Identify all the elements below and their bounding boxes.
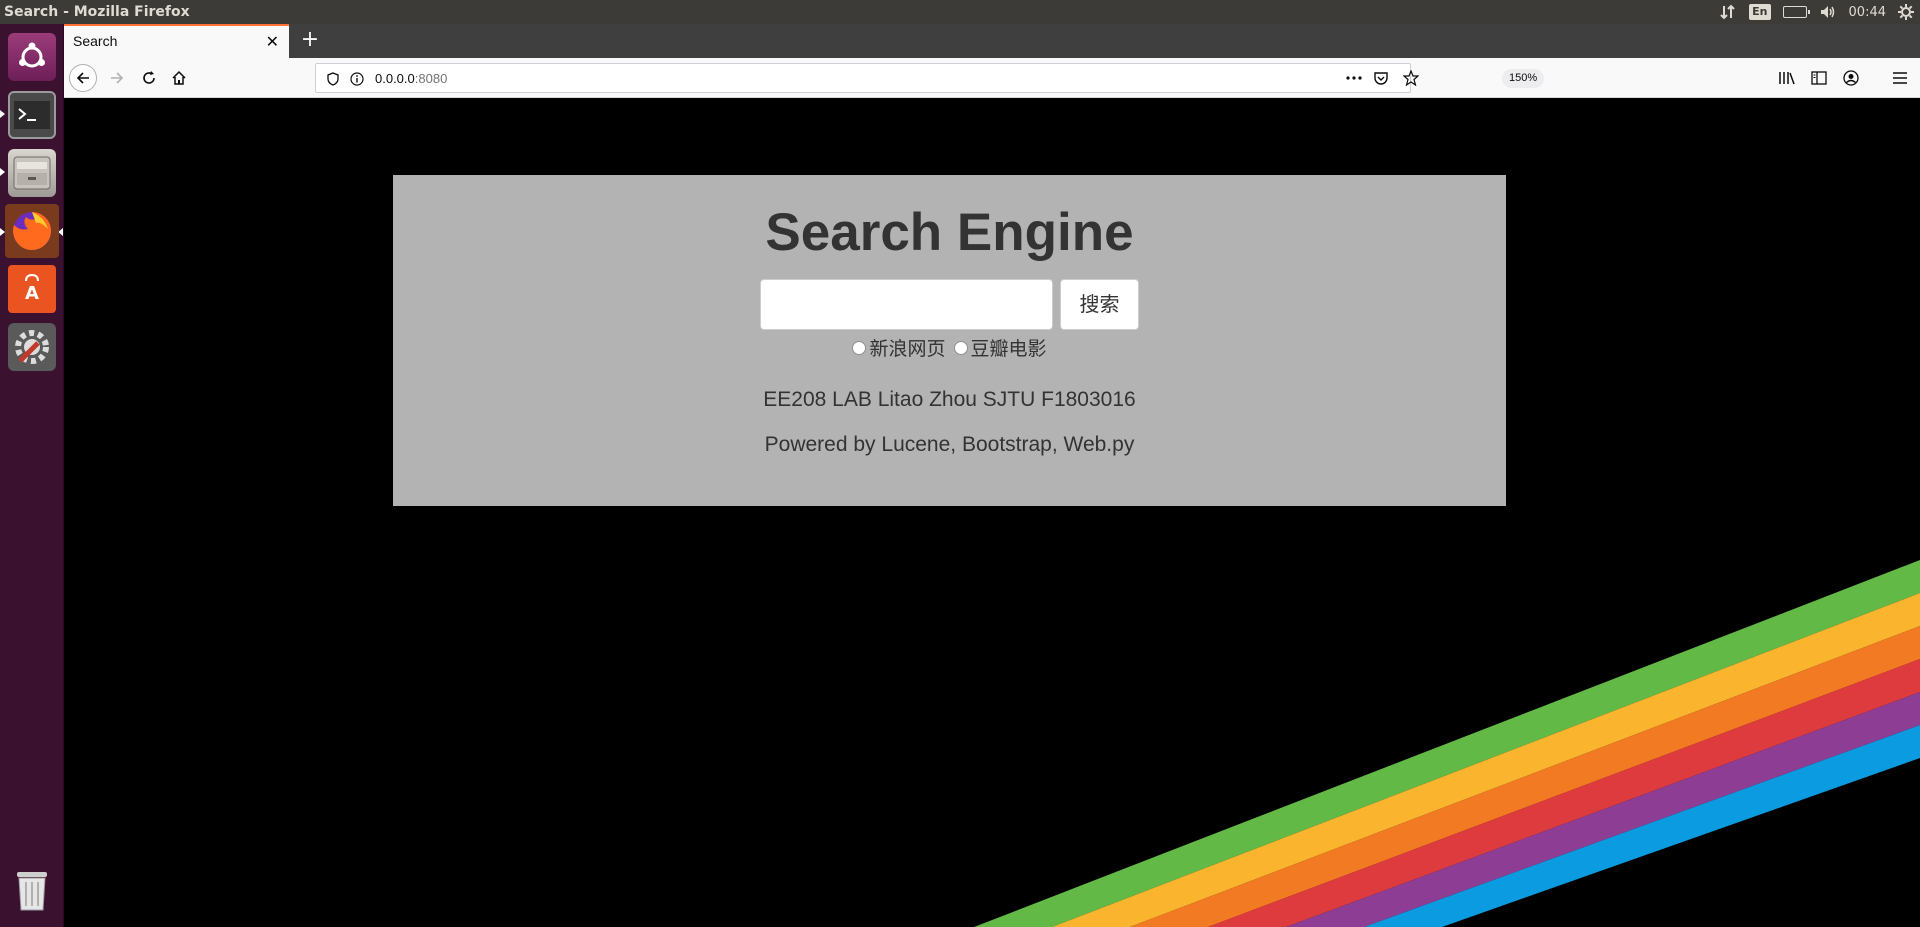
radio-label: 新浪网页	[869, 338, 946, 360]
page-viewport: Search Engine 搜索 新浪网页 豆瓣电影 EE208 LAB Lit…	[64, 98, 1920, 927]
pocket-icon	[1374, 72, 1388, 85]
credit-line: EE208 LAB Litao Zhou SJTU F1803016	[763, 388, 1136, 411]
home-button[interactable]	[165, 64, 193, 92]
search-panel: Search Engine 搜索 新浪网页 豆瓣电影 EE208 LAB Lit…	[393, 175, 1506, 506]
launcher-firefox[interactable]	[5, 204, 59, 258]
launcher-ubuntu-dash[interactable]	[5, 30, 59, 84]
reload-icon	[143, 71, 155, 84]
firefox-icon	[8, 207, 56, 255]
tab-search[interactable]: Search ✕	[64, 24, 289, 58]
menu-button[interactable]	[1886, 64, 1914, 92]
back-button[interactable]	[69, 64, 97, 92]
pocket-button[interactable]	[1367, 64, 1395, 92]
back-arrow-icon	[76, 72, 89, 84]
unity-launcher: A	[0, 24, 64, 927]
forward-button[interactable]	[103, 64, 131, 92]
zoom-level-badge[interactable]: 150%	[1502, 69, 1545, 88]
url-port: :8080	[414, 71, 448, 86]
clock[interactable]: 00:44	[1849, 5, 1886, 20]
home-icon	[172, 70, 186, 85]
battery-icon[interactable]	[1782, 6, 1810, 18]
file-cabinet-icon	[8, 149, 56, 197]
svg-text:A: A	[25, 283, 39, 304]
navigation-toolbar: 0.0.0.0:8080 150%	[64, 58, 1920, 98]
url-host: 0.0.0.0	[375, 71, 415, 86]
sidebar-icon	[1811, 71, 1827, 85]
sidebar-button[interactable]	[1805, 64, 1833, 92]
library-button[interactable]	[1773, 64, 1801, 92]
page-actions-button[interactable]	[1340, 64, 1368, 92]
site-info-icon[interactable]	[346, 68, 368, 90]
page-title: Search Engine	[765, 203, 1134, 262]
system-tray: En 00:44	[1719, 0, 1920, 24]
launcher-trash[interactable]	[5, 864, 59, 918]
tracking-shield-icon[interactable]	[322, 68, 344, 90]
software-bag-icon: A	[8, 265, 56, 313]
reload-button[interactable]	[135, 64, 163, 92]
tab-title: Search	[73, 33, 118, 49]
launcher-system-settings[interactable]	[5, 320, 59, 374]
star-icon	[1403, 70, 1419, 86]
new-tab-button[interactable]: +	[296, 26, 324, 54]
search-input[interactable]	[760, 279, 1053, 330]
power-gear-icon[interactable]	[1898, 4, 1914, 20]
library-icon	[1779, 72, 1795, 85]
radio-option-sina[interactable]: 新浪网页	[852, 334, 946, 361]
powered-by-line: Powered by Lucene, Bootstrap, Web.py	[764, 433, 1135, 456]
window-title: Search - Mozilla Firefox	[4, 4, 190, 20]
launcher-files[interactable]	[5, 146, 59, 200]
radio-button[interactable]	[953, 340, 968, 355]
source-radio-group: 新浪网页 豆瓣电影	[393, 334, 1506, 361]
launcher-terminal[interactable]	[5, 88, 59, 142]
close-tab-icon[interactable]: ✕	[266, 32, 279, 51]
volume-icon[interactable]	[1819, 4, 1837, 20]
network-arrows-icon[interactable]	[1719, 4, 1737, 20]
trash-icon	[8, 867, 56, 915]
terminal-icon	[8, 91, 56, 139]
keyboard-layout-indicator[interactable]: En	[1749, 4, 1771, 20]
launcher-software[interactable]: A	[5, 262, 59, 316]
url-bar[interactable]: 0.0.0.0:8080 150%	[315, 63, 1545, 93]
radio-option-douban[interactable]: 豆瓣电影	[953, 334, 1047, 361]
search-button[interactable]: 搜索	[1060, 279, 1139, 330]
account-button[interactable]	[1837, 64, 1865, 92]
bookmark-star-button[interactable]	[1397, 64, 1425, 92]
radio-label: 豆瓣电影	[970, 338, 1047, 360]
hamburger-menu-icon	[1893, 72, 1907, 84]
system-top-bar: Search - Mozilla Firefox En 00:44	[0, 0, 1920, 24]
tab-strip: Search ✕ +	[64, 24, 1920, 58]
url-text: 0.0.0.0:8080	[375, 71, 447, 86]
radio-button[interactable]	[852, 340, 867, 355]
ubuntu-logo-icon	[8, 33, 56, 81]
forward-arrow-icon	[111, 72, 124, 84]
account-icon	[1843, 70, 1859, 86]
settings-wrench-icon	[8, 323, 56, 371]
more-dots-icon	[1346, 76, 1362, 80]
